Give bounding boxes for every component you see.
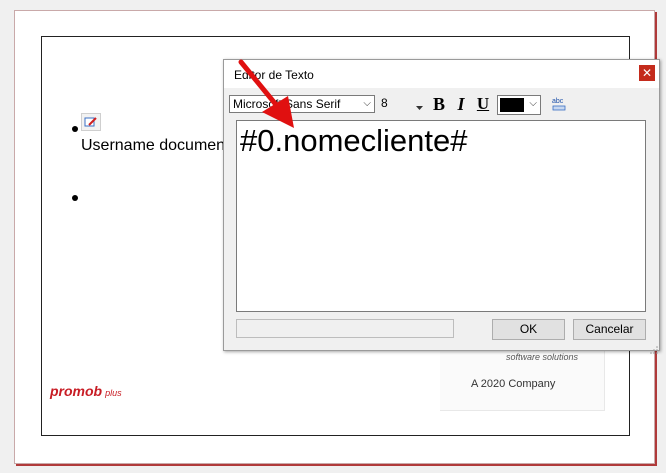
dialog-title: Editor de Texto xyxy=(234,68,314,82)
chevron-down-icon: ⌵ xyxy=(529,98,537,109)
company-name: A 2020 Company xyxy=(471,378,556,390)
color-swatch xyxy=(500,98,524,112)
spellcheck-icon[interactable]: abc xyxy=(550,95,568,113)
dropdown-arrow-icon xyxy=(416,99,423,115)
font-size-select[interactable]: 8 xyxy=(379,95,425,113)
status-field xyxy=(236,319,454,338)
text-color-picker[interactable]: ⌵ xyxy=(497,95,541,115)
text-editor-area[interactable]: #0.nomecliente# xyxy=(236,120,646,312)
cancel-button[interactable]: Cancelar xyxy=(573,319,646,340)
svg-text:abc: abc xyxy=(552,98,564,105)
text-editor-dialog: Editor de Texto ✕ Microsoft Sans Serif ⌵… xyxy=(223,59,660,354)
bullet-point xyxy=(72,195,78,201)
underline-button[interactable]: U xyxy=(473,93,493,115)
edit-text-icon[interactable] xyxy=(81,113,101,131)
font-family-select[interactable]: Microsoft Sans Serif ⌵ xyxy=(229,95,375,113)
bold-button[interactable]: B xyxy=(429,93,449,115)
chevron-down-icon: ⌵ xyxy=(363,98,371,109)
formatting-toolbar: Microsoft Sans Serif ⌵ 8 B I U ⌵ abc xyxy=(224,90,659,118)
resize-grip-icon[interactable] xyxy=(650,341,658,354)
close-button[interactable]: ✕ xyxy=(639,65,655,81)
ok-button[interactable]: OK xyxy=(492,319,565,340)
tagline: software solutions xyxy=(506,352,579,362)
promob-logo: promob plus xyxy=(50,383,122,399)
italic-button[interactable]: I xyxy=(451,93,471,115)
username-field-text: Username document xyxy=(81,137,230,154)
bullet-point xyxy=(72,126,78,132)
editor-content: #0.nomecliente# xyxy=(240,123,468,158)
dialog-titlebar[interactable]: Editor de Texto ✕ xyxy=(224,60,659,88)
